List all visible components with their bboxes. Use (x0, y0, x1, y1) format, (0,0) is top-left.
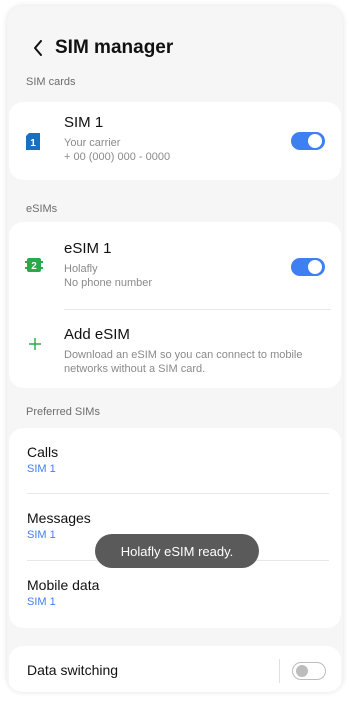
svg-text:2: 2 (31, 261, 37, 272)
data-switching-toggle[interactable] (292, 662, 326, 680)
mobile-data-value: SIM 1 (27, 596, 56, 608)
esim-chip-icon: 2 (25, 257, 43, 278)
add-esim-description: Download an eSIM so you can connect to m… (64, 349, 303, 375)
data-switching-card: Data switching (9, 646, 341, 692)
svg-text:1: 1 (30, 138, 36, 149)
vertical-divider (279, 659, 280, 683)
esim1-title: eSIM 1 (64, 240, 112, 257)
esim1-number: No phone number (64, 277, 153, 289)
toast-message: Holafly eSIM ready. (95, 534, 259, 568)
mobile-data-label: Mobile data (27, 577, 100, 593)
esims-card: 2 eSIM 1 Holafly No phone number Add eSI… (9, 222, 341, 388)
sim1-toggle[interactable] (291, 132, 325, 150)
sim-card-icon: 1 (26, 133, 40, 155)
add-esim-title: Add eSIM (64, 326, 130, 343)
back-icon[interactable] (29, 38, 47, 58)
messages-value: SIM 1 (27, 529, 56, 541)
messages-label: Messages (27, 510, 91, 526)
section-label-esims: eSIMs (26, 203, 58, 215)
header: SIM manager (7, 32, 343, 64)
section-label-sim-cards: SIM cards (26, 76, 76, 88)
preferred-sims-card: Calls SIM 1 Messages SIM 1 Mobile data S… (9, 428, 341, 628)
sim1-row[interactable]: 1 SIM 1 Your carrier + 00 (000) 000 - 00… (9, 102, 341, 180)
sim1-number: + 00 (000) 000 - 0000 (64, 151, 171, 163)
sim1-title: SIM 1 (64, 114, 104, 131)
esim1-carrier: Holafly (64, 263, 98, 275)
sim1-carrier: Your carrier (64, 137, 121, 149)
add-esim-row[interactable]: Add eSIM Download an eSIM so you can con… (9, 310, 341, 388)
sim-cards-card: 1 SIM 1 Your carrier + 00 (000) 000 - 00… (9, 102, 341, 180)
esim1-row[interactable]: 2 eSIM 1 Holafly No phone number (9, 222, 341, 304)
sim-manager-screen: SIM manager SIM cards 1 SIM 1 Your carri… (7, 6, 343, 692)
data-switching-label: Data switching (27, 662, 119, 678)
calls-label: Calls (27, 444, 59, 460)
page-title: SIM manager (55, 37, 174, 58)
preferred-mobile-data-row[interactable]: Mobile data SIM 1 (9, 561, 341, 627)
esim1-toggle[interactable] (291, 258, 325, 276)
section-label-preferred-sims: Preferred SIMs (26, 406, 100, 418)
plus-icon (29, 337, 41, 355)
calls-value: SIM 1 (27, 463, 56, 475)
preferred-calls-row[interactable]: Calls SIM 1 (9, 428, 341, 494)
data-switching-row[interactable]: Data switching (9, 646, 341, 692)
